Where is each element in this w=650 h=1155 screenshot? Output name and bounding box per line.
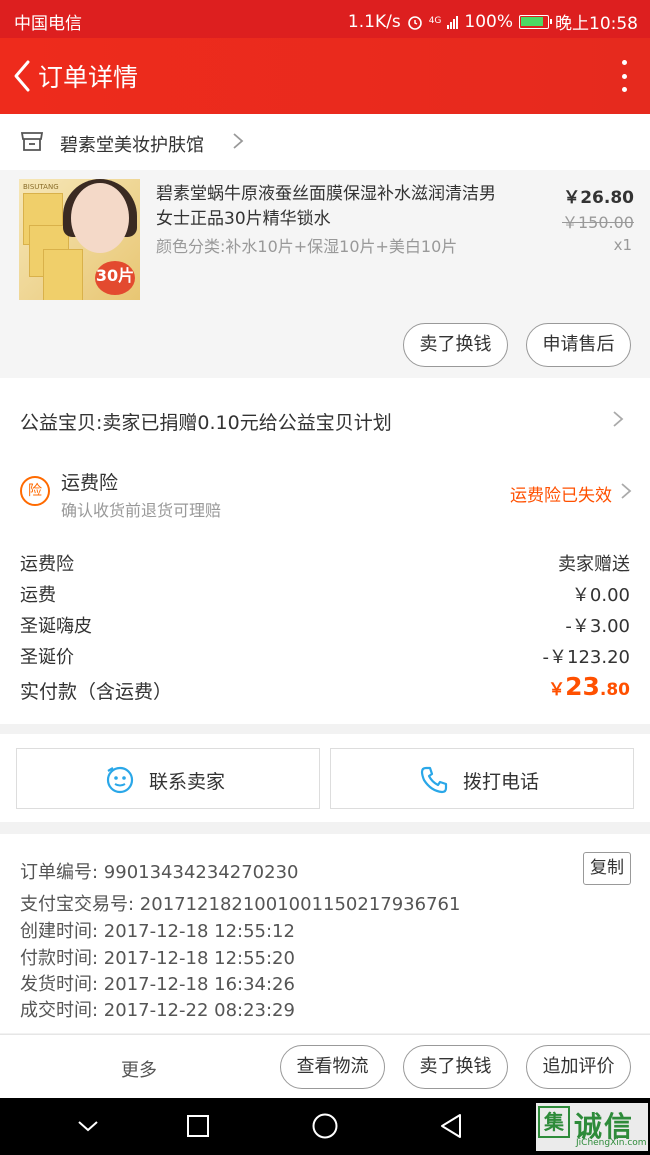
shop-row[interactable]: 碧素堂美妆护肤馆 bbox=[0, 114, 650, 170]
chat-face-icon bbox=[106, 766, 134, 794]
fee-value: 卖家赠送 bbox=[558, 554, 630, 575]
insurance-title: 运费险 bbox=[61, 472, 119, 494]
fee-value: -￥123.20 bbox=[542, 647, 630, 668]
shipped-time: 发货时间: 2017-12-18 16:34:26 bbox=[20, 974, 295, 995]
fee-row: 圣诞价 -￥123.20 bbox=[20, 643, 630, 671]
insurance-subtitle: 确认收货前退货可理赔 bbox=[61, 501, 222, 520]
watermark: 集 诚信 JiChengXin.com bbox=[536, 1103, 648, 1151]
insurance-status: 运费险已失效 bbox=[510, 486, 612, 506]
sell-for-cash-button[interactable]: 卖了换钱 bbox=[403, 1045, 508, 1089]
home-icon[interactable] bbox=[311, 1112, 339, 1140]
fee-label: 运费险 bbox=[20, 554, 74, 575]
sell-for-cash-button[interactable]: 卖了换钱 bbox=[403, 323, 508, 367]
hide-keyboard-icon[interactable] bbox=[76, 1116, 100, 1136]
order-info: 订单编号: 99013434234270230 支付宝交易号: 20171218… bbox=[0, 834, 650, 1033]
fee-label: 圣诞价 bbox=[20, 647, 74, 668]
back-arrow-icon[interactable] bbox=[8, 56, 38, 96]
product-item[interactable]: BISUTANG 30片 碧素堂蜗牛原液蚕丝面膜保湿补水滋润清洁男女士正品30片… bbox=[0, 170, 650, 378]
shipping-insurance-row[interactable]: 险 运费险 确认收货前退货可理赔 运费险已失效 bbox=[0, 460, 650, 534]
watermark-url: JiChengXin.com bbox=[576, 1138, 647, 1148]
call-phone-button[interactable]: 拨打电话 bbox=[330, 748, 634, 809]
mask-pack-shape bbox=[43, 249, 83, 300]
network-type: 4G bbox=[428, 16, 442, 26]
shop-name: 碧素堂美妆护肤馆 bbox=[60, 135, 204, 156]
network-speed: 1.1K/s bbox=[347, 11, 401, 32]
total-row: 实付款（含运费） ￥23.80 bbox=[20, 672, 630, 705]
order-number: 订单编号: 99013434234270230 bbox=[20, 862, 299, 883]
alipay-trade-number: 支付宝交易号: 2017121821001001150217936761 bbox=[20, 894, 461, 915]
battery-icon bbox=[519, 14, 552, 29]
created-time: 创建时间: 2017-12-18 12:55:12 bbox=[20, 921, 295, 942]
call-phone-label: 拨打电话 bbox=[463, 771, 540, 793]
watermark-logo-icon: 集 bbox=[538, 1106, 570, 1138]
chevron-right-icon bbox=[621, 483, 632, 499]
fee-row: 运费险 卖家赠送 bbox=[20, 550, 630, 578]
contact-seller-button[interactable]: 联系卖家 bbox=[16, 748, 320, 809]
product-title: 碧素堂蜗牛原液蚕丝面膜保湿补水滋润清洁男女士正品30片精华锁水 bbox=[156, 184, 496, 229]
paid-time: 付款时间: 2017-12-18 12:55:20 bbox=[20, 948, 295, 969]
page-title: 订单详情 bbox=[38, 63, 139, 92]
product-original-price: ￥150.00 bbox=[562, 213, 634, 232]
contact-seller-label: 联系卖家 bbox=[149, 771, 226, 793]
back-triangle-icon[interactable] bbox=[438, 1112, 464, 1140]
status-bar: 中国电信 1.1K/s 4G 100% 晚上10:58 bbox=[0, 0, 650, 38]
phone-icon bbox=[420, 766, 448, 794]
fee-value: -￥3.00 bbox=[565, 616, 630, 637]
currency-symbol: ￥ bbox=[548, 680, 566, 700]
insurance-icon: 险 bbox=[20, 476, 50, 506]
fee-label: 运费 bbox=[20, 585, 56, 606]
contact-section: 联系卖家 拨打电话 bbox=[0, 734, 650, 822]
nav-bar: 订单详情 bbox=[0, 38, 650, 114]
alarm-icon bbox=[407, 15, 422, 30]
more-menu-icon[interactable] bbox=[620, 60, 628, 92]
fee-row: 圣诞嗨皮 -￥3.00 bbox=[20, 612, 630, 640]
more-button[interactable]: 更多 bbox=[121, 1056, 157, 1082]
charity-row[interactable]: 公益宝贝:卖家已捐赠0.10元给公益宝贝计划 bbox=[0, 378, 650, 460]
charity-text: 公益宝贝:卖家已捐赠0.10元给公益宝贝计划 bbox=[20, 412, 392, 434]
chevron-right-icon bbox=[613, 411, 624, 427]
product-image[interactable]: BISUTANG 30片 bbox=[19, 179, 140, 300]
store-icon bbox=[20, 132, 44, 151]
bottom-action-bar: 更多 查看物流 卖了换钱 追加评价 bbox=[0, 1034, 650, 1098]
completed-time: 成交时间: 2017-12-22 08:23:29 bbox=[20, 1000, 295, 1021]
recent-apps-icon[interactable] bbox=[186, 1114, 210, 1138]
total-decimal: .80 bbox=[599, 680, 630, 700]
clock: 晚上10:58 bbox=[555, 14, 638, 34]
battery-percent: 100% bbox=[464, 11, 513, 32]
fee-value: ￥0.00 bbox=[571, 585, 630, 606]
after-sale-button[interactable]: 申请售后 bbox=[526, 323, 631, 367]
model-face-shape bbox=[71, 183, 129, 253]
product-price: ￥26.80 bbox=[563, 188, 634, 208]
view-logistics-button[interactable]: 查看物流 bbox=[280, 1045, 385, 1089]
product-quantity: x1 bbox=[613, 236, 632, 254]
image-brand-text: BISUTANG bbox=[23, 183, 59, 191]
signal-icon bbox=[447, 15, 459, 29]
fee-label: 圣诞嗨皮 bbox=[20, 616, 92, 637]
add-review-button[interactable]: 追加评价 bbox=[526, 1045, 631, 1089]
total-label: 实付款（含运费） bbox=[20, 681, 173, 703]
copy-button[interactable]: 复制 bbox=[583, 852, 631, 885]
total-integer: 23 bbox=[565, 672, 600, 701]
product-spec: 颜色分类:补水10片+保湿10片+美白10片 bbox=[156, 237, 458, 256]
piece-count-badge: 30片 bbox=[95, 261, 135, 295]
carrier-label: 中国电信 bbox=[14, 14, 82, 34]
fee-summary: 运费险 卖家赠送 运费 ￥0.00 圣诞嗨皮 -￥3.00 圣诞价 -￥123.… bbox=[0, 534, 650, 724]
total-amount: ￥23.80 bbox=[548, 672, 630, 701]
chevron-right-icon bbox=[233, 133, 244, 149]
fee-row: 运费 ￥0.00 bbox=[20, 581, 630, 609]
